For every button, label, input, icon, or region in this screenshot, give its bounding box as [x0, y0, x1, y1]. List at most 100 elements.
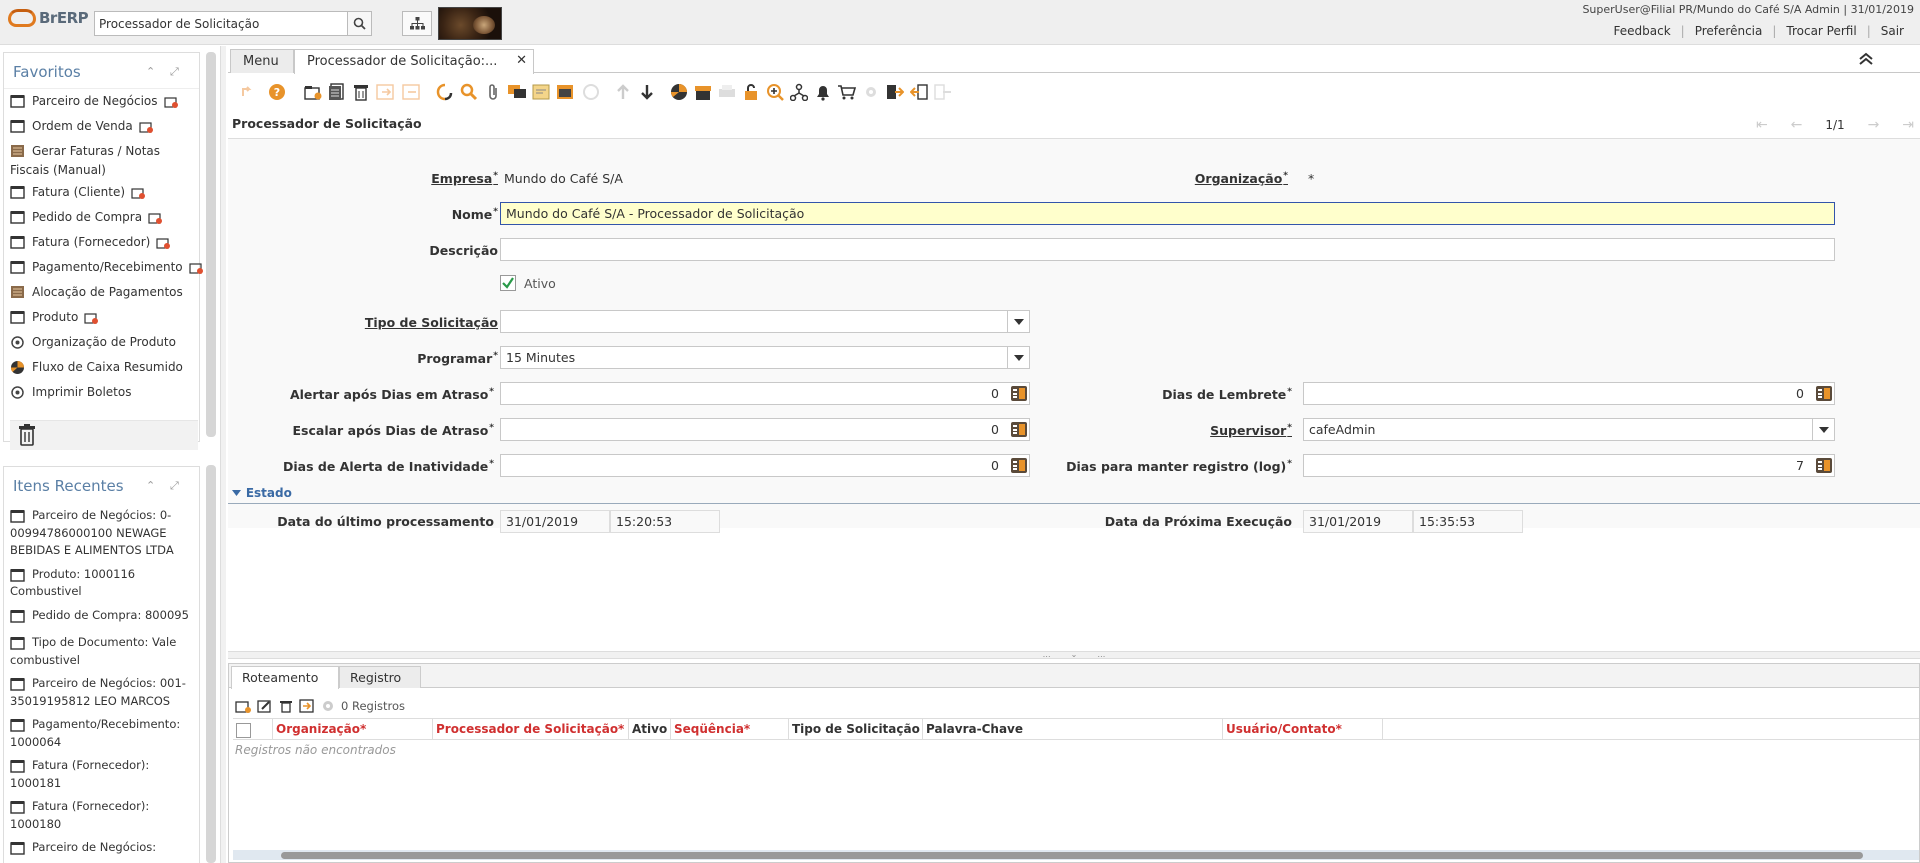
collapse-icon[interactable]: ⌃: [146, 479, 155, 492]
notification-bell-icon[interactable]: [812, 81, 834, 103]
detail-splitter[interactable]: … ⌄…: [228, 651, 1920, 659]
edit-row-icon[interactable]: [257, 699, 273, 713]
escalar-field[interactable]: 0: [500, 418, 1030, 441]
favorite-item[interactable]: Imprimir Boletos: [4, 382, 199, 407]
calculator-icon[interactable]: [1816, 458, 1832, 473]
favorite-item[interactable]: Fatura (Fornecedor): [4, 232, 199, 257]
recent-item[interactable]: Parceiro de Negócios:: [4, 839, 199, 861]
calculator-icon[interactable]: [1816, 386, 1832, 401]
preferences-link[interactable]: Preferência: [1685, 24, 1773, 38]
delete-icon[interactable]: [350, 81, 372, 103]
favorite-item[interactable]: Parceiro de Negócios: [4, 91, 199, 116]
print-icon[interactable]: [716, 81, 738, 103]
new-record-icon[interactable]: [156, 235, 171, 255]
col-ativo[interactable]: Ativo: [629, 719, 671, 740]
tab-registro[interactable]: Registro: [339, 666, 421, 688]
favorite-item[interactable]: Alocação de Pagamentos: [4, 282, 199, 307]
collapse-header-icon[interactable]: [1858, 52, 1874, 69]
lock-icon[interactable]: [740, 81, 762, 103]
workflow-icon[interactable]: [788, 81, 810, 103]
refresh-icon[interactable]: [434, 81, 456, 103]
favorite-item[interactable]: Fatura (Cliente): [4, 182, 199, 207]
favorite-item[interactable]: Ordem de Venda: [4, 116, 199, 141]
programar-combo[interactable]: 15 Minutes: [500, 346, 1030, 369]
delete-row-icon[interactable]: [279, 699, 293, 713]
save-row-icon[interactable]: [299, 699, 315, 713]
help-icon[interactable]: ?: [266, 81, 288, 103]
horizontal-scrollbar[interactable]: [233, 850, 1919, 860]
empresa-label[interactable]: Empresa*: [318, 171, 498, 186]
col-usuario-contato[interactable]: Usuário/Contato*: [1223, 719, 1383, 740]
import-icon[interactable]: [908, 81, 930, 103]
recent-scrollbar[interactable]: [206, 465, 216, 863]
log-field[interactable]: 7: [1303, 454, 1835, 477]
sidebar-splitter[interactable]: [220, 46, 226, 863]
new-record-icon[interactable]: [148, 210, 163, 230]
tipo-solicitacao-label[interactable]: Tipo de Solicitação: [318, 315, 498, 330]
favorites-trash-zone[interactable]: [10, 420, 198, 450]
settings-gear-icon[interactable]: [860, 81, 882, 103]
tab-request-processor[interactable]: Processador de Solicitação:... ✕: [294, 49, 534, 74]
archive-icon[interactable]: [692, 81, 714, 103]
recent-item[interactable]: Fatura (Fornecedor): 1000181: [4, 757, 199, 792]
recent-item[interactable]: Tipo de Documento: Vale combustivel: [4, 634, 199, 669]
col-processador[interactable]: Processador de Solicitação*: [433, 719, 629, 740]
recent-item[interactable]: Parceiro de Negócios: 0-00994786000100 N…: [4, 507, 199, 560]
undo-icon[interactable]: [236, 81, 258, 103]
recent-item[interactable]: Fatura (Fornecedor): 1000180: [4, 798, 199, 833]
tab-menu[interactable]: Menu: [230, 49, 294, 73]
calculator-icon[interactable]: [1011, 458, 1027, 473]
previous-record-icon[interactable]: ←: [1791, 117, 1803, 133]
col-tipo-solicitacao[interactable]: Tipo de Solicitação: [789, 719, 923, 740]
col-palavra-chave[interactable]: Palavra-Chave: [923, 719, 1223, 740]
tab-roteamento[interactable]: Roteamento: [231, 666, 339, 689]
lembrete-field[interactable]: 0: [1303, 382, 1835, 405]
recent-item[interactable]: Parceiro de Negócios: 001-35019195812 LE…: [4, 675, 199, 710]
process-gear-icon[interactable]: [321, 699, 335, 713]
grid-toggle-icon[interactable]: [554, 81, 576, 103]
ativo-checkbox[interactable]: [500, 275, 516, 291]
new-record-icon[interactable]: [163, 94, 178, 114]
descricao-field[interactable]: [500, 238, 1835, 261]
first-record-icon[interactable]: ⇤: [1756, 117, 1768, 133]
recent-item[interactable]: Pagamento/Recebimento: 1000064: [4, 716, 199, 751]
save-create-icon[interactable]: [400, 81, 422, 103]
favorites-scrollbar[interactable]: [206, 52, 216, 437]
logout-link[interactable]: Sair: [1871, 24, 1914, 38]
estado-section-header[interactable]: Estado: [228, 486, 1920, 504]
chevron-down-icon[interactable]: [1812, 419, 1834, 440]
expand-icon[interactable]: ⤢: [170, 479, 179, 493]
new-record-icon[interactable]: [84, 310, 99, 330]
collapse-icon[interactable]: ⌃: [146, 65, 155, 78]
chevron-down-icon[interactable]: [1007, 347, 1029, 368]
chevron-down-icon[interactable]: [1007, 311, 1029, 332]
calculator-icon[interactable]: [1011, 386, 1027, 401]
search-input[interactable]: [95, 12, 343, 35]
calculator-icon[interactable]: [1011, 422, 1027, 437]
favorite-item[interactable]: Fluxo de Caixa Resumido: [4, 357, 199, 382]
favorite-item[interactable]: Pedido de Compra: [4, 207, 199, 232]
favorite-item[interactable]: Organização de Produto: [4, 332, 199, 357]
supervisor-label[interactable]: Supervisor*: [1128, 423, 1292, 438]
save-icon[interactable]: [374, 81, 396, 103]
search-button[interactable]: [347, 12, 371, 35]
product-info-icon[interactable]: [836, 81, 858, 103]
export-icon[interactable]: [884, 81, 906, 103]
recent-item[interactable]: Produto: 1000116 Combustivel: [4, 566, 199, 601]
col-sequencia[interactable]: Seqüência*: [671, 719, 789, 740]
report-icon[interactable]: [668, 81, 690, 103]
close-tab-icon[interactable]: ✕: [516, 53, 527, 68]
chat-icon[interactable]: [506, 81, 528, 103]
scrollbar-thumb[interactable]: [281, 852, 1863, 859]
menu-tree-button[interactable]: [402, 11, 432, 36]
attachment-icon[interactable]: [482, 81, 504, 103]
nome-field[interactable]: Mundo do Café S/A - Processador de Solic…: [500, 202, 1835, 225]
new-record-icon[interactable]: [302, 81, 324, 103]
last-record-icon[interactable]: ⇥: [1902, 117, 1914, 133]
change-role-link[interactable]: Trocar Perfil: [1776, 24, 1866, 38]
file-import-icon[interactable]: [932, 81, 954, 103]
parent-record-icon[interactable]: [612, 81, 634, 103]
recent-item[interactable]: Pedido de Compra: 800095: [4, 607, 199, 629]
postit-icon[interactable]: [530, 81, 552, 103]
alertar-field[interactable]: 0: [500, 382, 1030, 405]
